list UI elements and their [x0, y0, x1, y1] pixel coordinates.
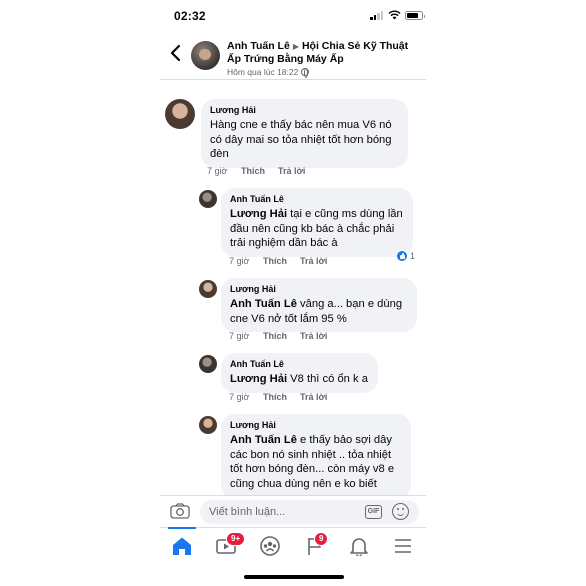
tab-video[interactable]: 9+ [204, 528, 248, 566]
mention-tag[interactable]: Lương Hải [230, 373, 287, 385]
battery-icon [405, 11, 425, 20]
post-title[interactable]: Anh Tuấn Lê ▶ Hội Chia Sẻ Kỹ Thuật Ấp Trứn… [227, 40, 417, 66]
like-button[interactable]: Thích [263, 331, 300, 341]
post-header: Anh Tuấn Lê ▶ Hội Chia Sẻ Kỹ Thuật Ấp Trứn… [160, 34, 426, 80]
comment-bubble[interactable]: Anh Tuấn Lê Lương Hải V8 thì có ổn k a [221, 353, 378, 393]
tab-menu[interactable] [381, 528, 425, 566]
mention-tag[interactable]: Lương Hải [230, 208, 287, 220]
status-bar: 02:32 [160, 0, 426, 34]
reply-button[interactable]: Trả lời [300, 256, 327, 266]
tab-home[interactable] [160, 527, 204, 566]
comment-thread: Lương Hải Hàng cne e thấy bác nên mua V6… [160, 81, 426, 495]
reaction-count: 1 [410, 251, 416, 261]
commenter-avatar[interactable] [199, 190, 217, 208]
author-avatar[interactable] [191, 41, 220, 70]
wifi-icon [388, 10, 401, 20]
thumbs-up-icon [396, 250, 408, 262]
facebook-app-screen: 02:32 Anh Tuấn Lê ▶ Hội Chia Sẻ Kỹ Thuật Ấ… [160, 0, 426, 586]
reaction-summary[interactable]: 1 [396, 250, 415, 262]
reply-button[interactable]: Trả lời [300, 331, 327, 341]
commenter-avatar[interactable] [199, 355, 217, 373]
comment-actions: 7 giờ Thích Trả lời [207, 166, 305, 176]
emoji-icon[interactable] [392, 503, 409, 520]
bottom-tab-bar: 9+ 9 [160, 527, 426, 565]
gif-icon[interactable]: GIF [365, 505, 382, 519]
comment-composer: GIF [160, 495, 426, 527]
mention-tag[interactable]: Anh Tuấn Lê [230, 298, 297, 310]
commenter-avatar[interactable] [165, 99, 195, 129]
caret-right-icon: ▶ [292, 42, 299, 51]
comment-author[interactable]: Lương Hải [230, 283, 408, 295]
camera-icon[interactable] [170, 503, 190, 519]
post-timestamp: Hôm qua lúc 18:22 [227, 67, 299, 77]
comment-time: 7 giờ [229, 331, 250, 341]
comment-actions: 7 giờ Thích Trả lời [229, 392, 327, 402]
reply-button[interactable]: Trả lời [300, 392, 327, 402]
comment-text: Hàng cne e thấy bác nên mua V6 nó có dây… [210, 119, 392, 160]
comment-author[interactable]: Anh Tuấn Lê [230, 193, 404, 205]
comment-text: Anh Tuấn Lê e thấy bảo sợi dây các bon n… [230, 434, 395, 490]
comment-bubble[interactable]: Anh Tuấn Lê Lương Hải tại e cũng ms dùng… [221, 188, 413, 257]
home-indicator[interactable] [244, 575, 344, 579]
mention-tag[interactable]: Anh Tuấn Lê [230, 434, 297, 446]
bell-icon [350, 538, 368, 556]
post-meta: Hôm qua lúc 18:22 [227, 67, 310, 78]
commenter-avatar[interactable] [199, 416, 217, 434]
comment-text: Lương Hải tại e cũng ms dùng lần đầu nên… [230, 208, 403, 249]
comment-actions: 7 giờ Thích Trả lời [229, 331, 327, 341]
comment-text: Lương Hải V8 thì có ổn k a [230, 373, 368, 385]
tab-groups[interactable] [248, 528, 292, 566]
tab-pages[interactable]: 9 [293, 528, 337, 566]
status-time: 02:32 [174, 9, 206, 23]
comment-bubble[interactable]: Lương Hải Anh Tuấn Lê vâng a... bạn e dù… [221, 278, 417, 332]
comment-time: 7 giờ [207, 166, 228, 176]
like-button[interactable]: Thích [263, 256, 300, 266]
comment-time: 7 giờ [229, 256, 250, 266]
reply-button[interactable]: Trả lời [278, 166, 305, 176]
comment-text: Anh Tuấn Lê vâng a... bạn e dùng cne V6 … [230, 298, 403, 325]
comment-input[interactable] [200, 500, 419, 524]
back-arrow-icon[interactable] [168, 44, 184, 62]
commenter-avatar[interactable] [199, 280, 217, 298]
comment-time: 7 giờ [229, 392, 250, 402]
comment-author[interactable]: Lương Hải [230, 419, 402, 431]
comment-bubble[interactable]: Lương Hải Hàng cne e thấy bác nên mua V6… [201, 99, 408, 168]
tab-notifications[interactable] [337, 528, 381, 566]
like-button[interactable]: Thích [263, 392, 300, 402]
comment-author[interactable]: Lương Hải [210, 104, 399, 116]
menu-icon [395, 539, 411, 553]
globe-icon [301, 68, 310, 78]
author-name[interactable]: Anh Tuấn Lê [227, 40, 290, 52]
comment-author[interactable]: Anh Tuấn Lê [230, 358, 369, 370]
home-icon [173, 537, 191, 555]
cellular-signal-icon [370, 11, 384, 20]
pages-badge: 9 [314, 532, 329, 546]
like-button[interactable]: Thích [241, 166, 278, 176]
comment-actions: 7 giờ Thích Trả lời [229, 256, 327, 266]
groups-icon [260, 536, 280, 556]
comment-bubble[interactable]: Lương Hải Anh Tuấn Lê e thấy bảo sợi dây… [221, 414, 411, 495]
video-badge: 9+ [226, 532, 246, 546]
